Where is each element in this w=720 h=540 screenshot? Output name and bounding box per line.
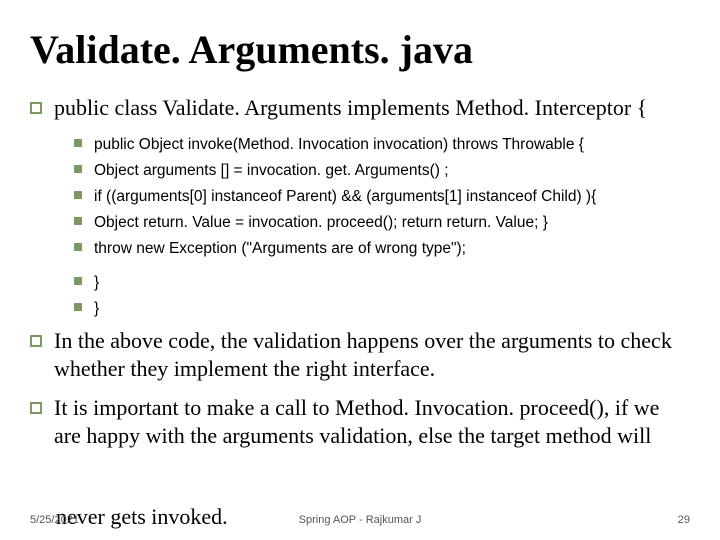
footer-title: Spring AOP - Rajkumar J xyxy=(0,514,720,526)
sub-bullet-text: throw new Exception ("Arguments are of w… xyxy=(94,237,690,261)
square-outline-icon xyxy=(30,335,42,347)
sub-bullet: if ((arguments[0] instanceof Parent) && … xyxy=(74,185,690,209)
bullet-text: It is important to make a call to Method… xyxy=(54,394,690,451)
sub-bullet-text: if ((arguments[0] instanceof Parent) && … xyxy=(94,185,690,209)
square-filled-icon xyxy=(74,303,82,311)
code-sub-bullets: public Object invoke(Method. Invocation … xyxy=(74,133,690,321)
square-outline-icon xyxy=(30,402,42,414)
square-filled-icon xyxy=(74,191,82,199)
sub-bullet-text: } xyxy=(94,297,690,321)
sub-bullet: throw new Exception ("Arguments are of w… xyxy=(74,237,690,261)
square-filled-icon xyxy=(74,139,82,147)
square-filled-icon xyxy=(74,165,82,173)
bullet-text: In the above code, the validation happen… xyxy=(54,327,690,384)
sub-bullet: } xyxy=(74,271,690,295)
sub-bullet: public Object invoke(Method. Invocation … xyxy=(74,133,690,157)
slide: Validate. Arguments. java public class V… xyxy=(0,0,720,540)
slide-title: Validate. Arguments. java xyxy=(30,28,690,72)
square-filled-icon xyxy=(74,277,82,285)
square-filled-icon xyxy=(74,217,82,225)
sub-bullet: Object arguments [] = invocation. get. A… xyxy=(74,159,690,183)
sub-bullet: } xyxy=(74,297,690,321)
sub-bullet-text: public Object invoke(Method. Invocation … xyxy=(94,133,690,157)
sub-bullet: Object return. Value = invocation. proce… xyxy=(74,211,690,235)
footer-page-number: 29 xyxy=(678,514,690,526)
sub-bullet-text: Object return. Value = invocation. proce… xyxy=(94,211,690,235)
square-filled-icon xyxy=(74,243,82,251)
bullet-text: public class Validate. Arguments impleme… xyxy=(54,94,690,123)
sub-bullet-text: Object arguments [] = invocation. get. A… xyxy=(94,159,690,183)
sub-bullet-text: } xyxy=(94,271,690,295)
square-outline-icon xyxy=(30,102,42,114)
bullet-explain-2: It is important to make a call to Method… xyxy=(30,394,690,451)
bullet-explain-1: In the above code, the validation happen… xyxy=(30,327,690,384)
bullet-class-decl: public class Validate. Arguments impleme… xyxy=(30,94,690,123)
